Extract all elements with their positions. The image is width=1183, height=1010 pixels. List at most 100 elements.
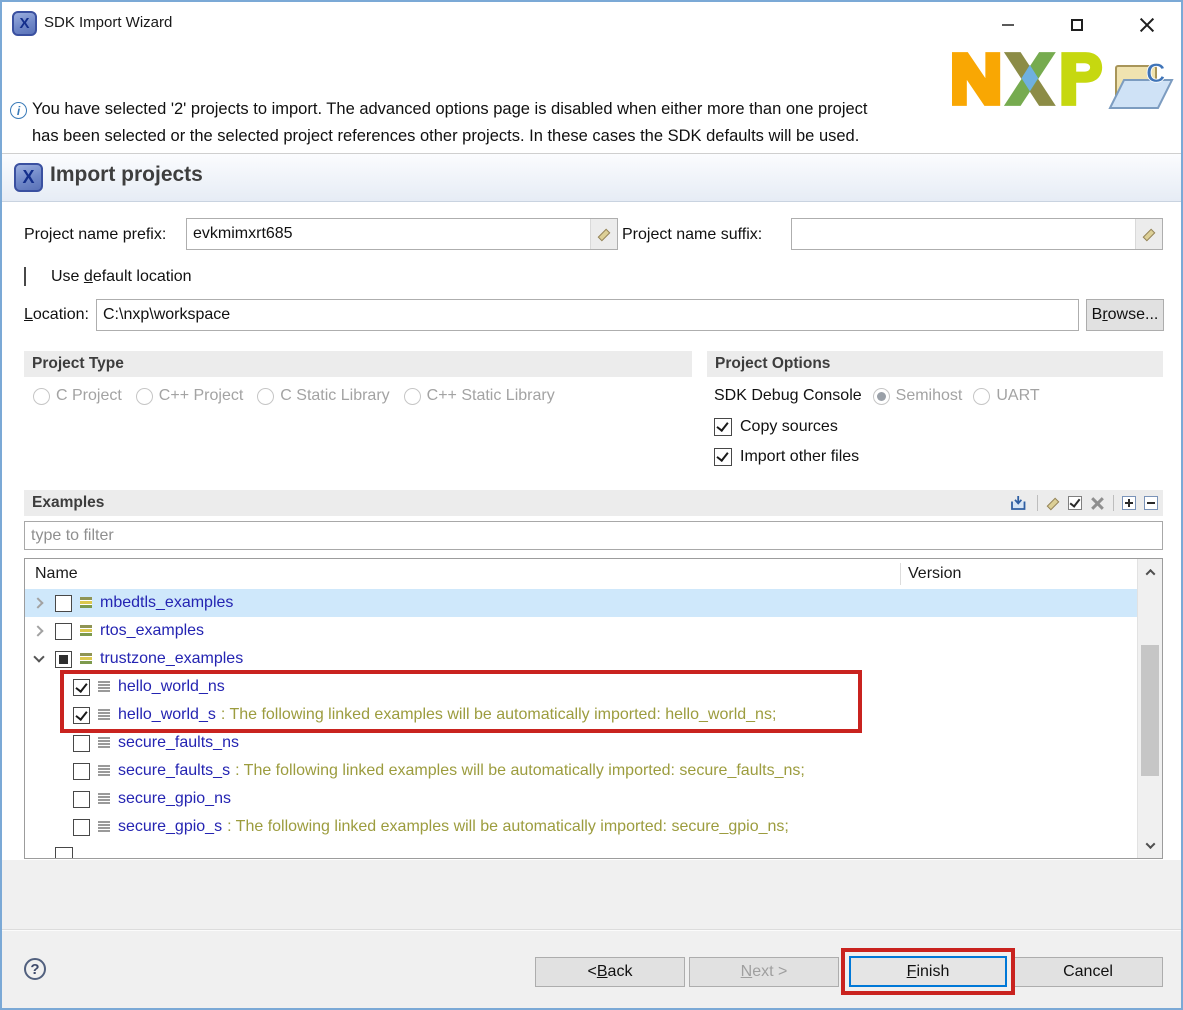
- scroll-up-button[interactable]: [1138, 559, 1162, 585]
- browse-button[interactable]: Browse...: [1086, 299, 1164, 331]
- use-default-location-checkbox[interactable]: [24, 267, 26, 286]
- deselect-all-icon[interactable]: [1090, 496, 1105, 511]
- project-type-radios: C Project C++ Project C Static Library C…: [33, 387, 555, 405]
- row-checkbox[interactable]: [73, 791, 90, 808]
- label-mnemonic: B: [597, 963, 608, 981]
- sdk-import-wizard-window: X SDK Import Wizard C i You have selecte…: [0, 0, 1183, 1010]
- import-example-icon[interactable]: [1010, 496, 1029, 511]
- c-project-folder-icon: C: [1108, 56, 1176, 114]
- example-name: rtos_examples: [100, 622, 204, 640]
- maximize-button[interactable]: [1059, 10, 1095, 40]
- project-options-section: Project Options: [707, 351, 1163, 377]
- label-mnemonic: N: [741, 963, 753, 981]
- expand-all-icon[interactable]: [1122, 496, 1136, 510]
- select-all-icon[interactable]: [1068, 496, 1082, 510]
- radio-cpp-static-library: C++ Static Library: [404, 387, 555, 405]
- close-button[interactable]: [1129, 10, 1165, 40]
- label-text: ext >: [752, 963, 787, 981]
- example-description: : The following linked examples will be …: [227, 818, 789, 836]
- vertical-scrollbar[interactable]: [1137, 559, 1162, 858]
- tree-row[interactable]: rtos_examples: [25, 617, 1137, 645]
- chevron-up-icon: [1145, 568, 1155, 578]
- prefix-edit-decoration: [590, 219, 617, 249]
- example-name: secure_gpio_s: [118, 818, 222, 836]
- use-default-location-label: Use default location: [51, 268, 192, 286]
- label-text: efault location: [93, 268, 192, 285]
- example-name: secure_faults_ns: [118, 734, 239, 752]
- cancel-button[interactable]: Cancel: [1013, 957, 1163, 987]
- example-icon: [80, 597, 92, 609]
- minimize-icon: [1002, 24, 1014, 26]
- row-checkbox[interactable]: [73, 707, 90, 724]
- expand-chevron[interactable]: [33, 653, 45, 665]
- tree-row[interactable]: secure_gpio_s : The following linked exa…: [25, 813, 1137, 841]
- radio-label: C++ Static Library: [427, 387, 555, 405]
- maximize-icon: [1071, 19, 1083, 31]
- row-checkbox[interactable]: [73, 763, 90, 780]
- banner-icon: X: [14, 163, 43, 192]
- tree-row[interactable]: secure_faults_ns: [25, 729, 1137, 757]
- row-checkbox[interactable]: [55, 595, 72, 612]
- tree-row[interactable]: trustzone_examples: [25, 645, 1137, 673]
- edit-example-icon[interactable]: [1046, 496, 1060, 510]
- row-checkbox[interactable]: [73, 679, 90, 696]
- radio-c-project: C Project: [33, 387, 122, 405]
- expand-chevron[interactable]: [33, 625, 45, 637]
- location-field-wrap: [96, 299, 1079, 331]
- radio-label: C++ Project: [159, 387, 243, 405]
- chevron-down-icon: [1145, 839, 1155, 849]
- column-header-name[interactable]: Name: [35, 559, 78, 589]
- scroll-down-button[interactable]: [1138, 832, 1162, 858]
- column-header-version[interactable]: Version: [908, 559, 961, 589]
- copy-sources-checkbox[interactable]: [714, 418, 732, 436]
- location-input[interactable]: [97, 300, 1078, 330]
- expand-chevron[interactable]: [33, 597, 45, 609]
- example-description: : The following linked examples will be …: [221, 706, 777, 724]
- tree-row[interactable]: secure_faults_s : The following linked e…: [25, 757, 1137, 785]
- nxp-logo: [952, 48, 1104, 110]
- suffix-edit-decoration: [1135, 219, 1162, 249]
- radio-label: Semihost: [896, 387, 963, 405]
- radio-icon: [973, 388, 990, 405]
- project-type-section: Project Type: [24, 351, 692, 377]
- info-message-line2: has been selected or the selected projec…: [32, 127, 859, 146]
- tree-row[interactable]: hello_world_s : The following linked exa…: [25, 701, 1137, 729]
- radio-label: C Static Library: [280, 387, 389, 405]
- clipped-row-checkbox: [55, 847, 73, 859]
- toolbar-separator: [1113, 495, 1114, 511]
- filter-field-wrap: [24, 521, 1163, 550]
- row-checkbox[interactable]: [55, 623, 72, 640]
- svg-text:C: C: [1146, 58, 1166, 88]
- filter-input[interactable]: [25, 522, 1162, 549]
- import-other-files-label: Import other files: [740, 448, 859, 466]
- back-button[interactable]: < Back: [535, 957, 685, 987]
- scrollbar-thumb[interactable]: [1141, 645, 1159, 776]
- help-button[interactable]: ?: [24, 958, 46, 980]
- collapse-all-icon[interactable]: [1144, 496, 1158, 510]
- example-icon: [98, 821, 110, 833]
- import-other-files-checkbox[interactable]: [714, 448, 732, 466]
- row-checkbox[interactable]: [73, 819, 90, 836]
- tree-row[interactable]: mbedtls_examples: [25, 589, 1137, 617]
- examples-toolbar: [1010, 490, 1158, 516]
- label-text: Use: [51, 268, 84, 285]
- radio-semihost: Semihost: [873, 387, 963, 405]
- minimize-button[interactable]: [990, 10, 1026, 40]
- examples-title: Examples: [24, 494, 104, 512]
- label-mnemonic: F: [907, 963, 917, 981]
- examples-section: Examples: [24, 490, 1163, 516]
- tree-row[interactable]: hello_world_ns: [25, 673, 1137, 701]
- debug-console-label: SDK Debug Console: [714, 387, 862, 405]
- suffix-field-wrap: [791, 218, 1163, 250]
- column-divider[interactable]: [900, 563, 901, 585]
- prefix-input[interactable]: [187, 219, 590, 249]
- example-name: secure_gpio_ns: [118, 790, 231, 808]
- finish-button[interactable]: Finish: [849, 956, 1007, 987]
- example-icon: [98, 709, 110, 721]
- row-checkbox[interactable]: [73, 735, 90, 752]
- suffix-input[interactable]: [792, 219, 1135, 249]
- example-name: hello_world_s: [118, 706, 216, 724]
- tree-row[interactable]: secure_gpio_ns: [25, 785, 1137, 813]
- row-checkbox[interactable]: [55, 651, 72, 668]
- example-description: : The following linked examples will be …: [235, 762, 805, 780]
